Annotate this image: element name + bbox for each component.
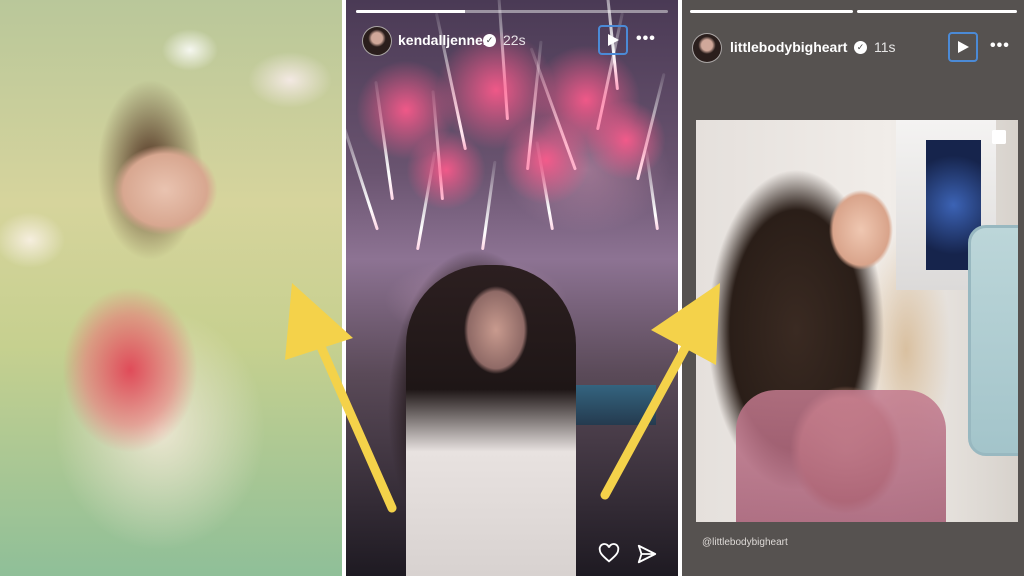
story-progress-fill-2 xyxy=(857,10,1017,13)
firework-burst xyxy=(501,115,591,205)
story-photo-person xyxy=(406,265,576,576)
story-image-left xyxy=(0,0,342,576)
photo-dress-area xyxy=(736,390,946,522)
send-icon[interactable] xyxy=(636,543,658,565)
story-photo xyxy=(696,120,1018,522)
firework-burst xyxy=(406,130,486,210)
story-timestamp: 11s xyxy=(874,39,896,55)
story-username[interactable]: littlebodybigheart xyxy=(730,39,847,55)
photo-phone xyxy=(968,225,1018,456)
story-progress-bar-1 xyxy=(690,10,853,13)
story-username[interactable]: kendalljenner xyxy=(398,32,488,48)
play-button[interactable] xyxy=(598,25,628,55)
heart-icon[interactable] xyxy=(598,543,620,565)
play-button[interactable] xyxy=(948,32,978,62)
story-littlebodybigheart[interactable]: littlebodybigheart ✓ 11s ••• @littlebody… xyxy=(682,0,1024,576)
story-progress-fill xyxy=(356,10,466,13)
story-timestamp: 22s xyxy=(503,32,526,48)
story-progress-bar xyxy=(356,10,668,13)
story-progress-fill-1 xyxy=(690,10,853,13)
multiple-photos-icon xyxy=(992,130,1006,144)
play-icon xyxy=(958,41,969,53)
verified-badge-icon: ✓ xyxy=(483,34,496,47)
play-icon xyxy=(608,34,619,46)
story-kendalljenner[interactable]: kendalljenner ✓ 22s ••• xyxy=(346,0,678,576)
story-progress-bar-2 xyxy=(857,10,1017,13)
firework-burst xyxy=(586,100,666,180)
verified-badge-icon: ✓ xyxy=(854,41,867,54)
story-mention-handle[interactable]: @littlebodybigheart xyxy=(702,537,788,548)
more-icon[interactable]: ••• xyxy=(636,30,656,48)
more-icon[interactable]: ••• xyxy=(990,37,1010,55)
avatar[interactable] xyxy=(692,33,722,63)
avatar[interactable] xyxy=(362,26,392,56)
